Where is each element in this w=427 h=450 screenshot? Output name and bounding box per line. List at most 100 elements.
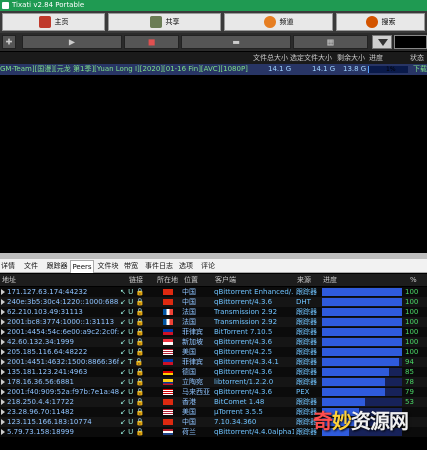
expand-arrow-icon[interactable] <box>1 369 5 375</box>
tab-bandwidth[interactable]: 带宽 <box>121 260 141 273</box>
remove-button[interactable]: ▬ <box>181 35 291 49</box>
channels-button[interactable]: 频道 <box>224 13 333 31</box>
peer-row[interactable]: 171.127.63.174:44232 ↖ U 🔒 中国 qBittorrent E… <box>0 287 427 297</box>
peer-progress-bar <box>322 318 402 326</box>
col-total-size[interactable]: 文件总大小 <box>253 52 288 64</box>
peer-address: 218.250.4.4:17722 <box>7 398 74 406</box>
add-button[interactable]: ✚ <box>2 35 16 49</box>
tab-comments[interactable]: 评论 <box>198 260 218 273</box>
col-location[interactable]: 位置 <box>184 274 198 286</box>
peer-row[interactable]: 42.60.132.34:1999 ↙ U 🔒 新加坡 qBittorrent/4.3… <box>0 337 427 347</box>
expand-arrow-icon[interactable] <box>1 379 5 385</box>
peer-connection: ↙ U 🔒 <box>120 378 145 386</box>
peer-address: 123.115.166.183:10774 <box>7 418 92 426</box>
peer-row[interactable]: 2001:4454:54c:6e00:a9c2:2c0f:2... ↙ U 🔒 菲律… <box>0 327 427 337</box>
download-progress-bar: 1% <box>368 66 408 73</box>
peer-connection: ↙ U 🔒 <box>120 308 145 316</box>
stop-icon: ■ <box>147 37 156 47</box>
col-source[interactable]: 来源 <box>297 274 311 286</box>
col-peer-progress[interactable]: 进度 <box>323 274 337 286</box>
stop-button[interactable]: ■ <box>124 35 179 49</box>
properties-button[interactable]: ▦ <box>293 35 368 49</box>
peer-location: 荷兰 <box>182 428 196 436</box>
peer-client: qBittorrent/4.3.4.1 <box>214 358 279 366</box>
tab-options[interactable]: 选项 <box>176 260 196 273</box>
col-status[interactable]: 状态 <box>410 52 424 64</box>
flag-icon <box>163 369 173 375</box>
expand-arrow-icon[interactable] <box>1 319 5 325</box>
expand-arrow-icon[interactable] <box>1 349 5 355</box>
col-progress[interactable]: 进度 <box>369 52 383 64</box>
tab-details[interactable]: 详情 <box>0 260 16 273</box>
peer-row[interactable]: 62.210.103.49:31113 ↙ U 🔒 法国 Transmission 2… <box>0 307 427 317</box>
peer-connection: ↙ U 🔒 <box>120 338 145 346</box>
download-row[interactable]: GM-Team][国漫][元龙 第1季][Yuan Long Ⅰ][2020][… <box>0 64 427 75</box>
expand-arrow-icon[interactable] <box>1 359 5 365</box>
peer-source: 跟踪器 <box>296 378 317 386</box>
search-button[interactable]: 搜索 <box>336 13 425 31</box>
tab-files[interactable]: 文件 <box>20 260 42 273</box>
peer-row[interactable]: 2001:f40:909:52a:f97b:7e1a:485... ↙ U 🔒 马来… <box>0 387 427 397</box>
peer-address: 23.28.96.70:11482 <box>7 408 74 416</box>
plus-icon: ✚ <box>5 37 13 47</box>
peer-connection: ↙ U 🔒 <box>120 318 145 326</box>
peer-address: 135.181.123.241:4963 <box>7 368 88 376</box>
filter-button[interactable] <box>372 35 392 49</box>
peer-location: 菲律宾 <box>182 358 203 366</box>
col-address[interactable]: 地址 <box>2 274 16 286</box>
filter-input[interactable] <box>394 35 427 49</box>
expand-arrow-icon[interactable] <box>1 339 5 345</box>
peer-location: 马来西亚 <box>182 388 210 396</box>
progress-segment <box>398 288 402 296</box>
expand-arrow-icon[interactable] <box>1 299 5 305</box>
flag-icon <box>163 399 173 405</box>
expand-arrow-icon[interactable] <box>1 429 5 435</box>
expand-arrow-icon[interactable] <box>1 409 5 415</box>
peer-percent: 85 <box>405 368 414 376</box>
peer-row[interactable]: 240e:3b5:30c4:1220::1000:6882 ↙ U 🔒 中国 qBit… <box>0 297 427 307</box>
expand-arrow-icon[interactable] <box>1 389 5 395</box>
col-remaining[interactable]: 剩余大小 <box>337 52 365 64</box>
download-progress-label: 1% <box>386 66 396 73</box>
watermark: 奇妙资源网 <box>313 405 409 434</box>
peer-address: 2001:4451:4632:1500:8866:36f8:... <box>7 358 119 366</box>
peer-row[interactable]: 135.181.123.241:4963 ↙ U 🔒 德国 qBittorrent/4… <box>0 367 427 377</box>
expand-arrow-icon[interactable] <box>1 289 5 295</box>
flag-icon <box>163 339 173 345</box>
app-icon <box>2 2 9 9</box>
peer-location: 中国 <box>182 298 196 306</box>
share-icon <box>149 16 162 28</box>
expand-arrow-icon[interactable] <box>1 419 5 425</box>
peer-progress-bar <box>322 368 402 376</box>
tab-event-log[interactable]: 事件日志 <box>143 260 175 273</box>
peer-row[interactable]: 205.185.116.64:48222 ↙ U 🔒 美国 qBittorrent/4… <box>0 347 427 357</box>
expand-arrow-icon[interactable] <box>1 329 5 335</box>
expand-arrow-icon[interactable] <box>1 309 5 315</box>
peer-connection: ↖ U 🔒 <box>120 288 145 296</box>
peer-percent: 100 <box>405 288 419 296</box>
col-client[interactable]: 客户端 <box>215 274 236 286</box>
peer-row[interactable]: 2001:bc8:3774:1000::1:31113 ↙ U 🔒 法国 Transm… <box>0 317 427 327</box>
tab-pieces[interactable]: 文件块 <box>95 260 121 273</box>
peer-percent: 100 <box>405 348 419 356</box>
expand-arrow-icon[interactable] <box>1 399 5 405</box>
peer-percent: 100 <box>405 328 419 336</box>
tab-trackers[interactable]: 跟踪器 <box>44 260 70 273</box>
share-button[interactable]: 共享 <box>108 13 221 31</box>
tab-peers[interactable]: Peers <box>70 260 94 273</box>
start-button[interactable]: ▶ <box>22 35 122 49</box>
col-percent[interactable]: % <box>410 274 417 286</box>
peer-row[interactable]: 178.16.36.56:6881 ↙ U 🔒 立陶宛 libtorrent/1.2.… <box>0 377 427 387</box>
peer-source: 跟踪器 <box>296 308 317 316</box>
main-toolbar: 主页 共享 频道 搜索 <box>0 11 427 33</box>
col-connection[interactable]: 链接 <box>129 274 143 286</box>
peer-row[interactable]: 2001:4451:4632:1500:8866:36f8:...↙ T 🔒 菲律… <box>0 357 427 367</box>
col-located[interactable]: 所在地 <box>157 274 178 286</box>
peer-location: 法国 <box>182 318 196 326</box>
download-name: GM-Team][国漫][元龙 第1季][Yuan Long Ⅰ][2020][… <box>0 65 248 73</box>
detail-tabs: 详情 文件 跟踪器 Peers 文件块 带宽 事件日志 选项 评论 <box>0 259 427 273</box>
col-selected-size[interactable]: 选定文件大小 <box>290 52 332 64</box>
home-button[interactable]: 主页 <box>2 13 105 31</box>
peer-location: 立陶宛 <box>182 378 203 386</box>
peer-address: 5.79.73.158:18999 <box>7 428 74 436</box>
